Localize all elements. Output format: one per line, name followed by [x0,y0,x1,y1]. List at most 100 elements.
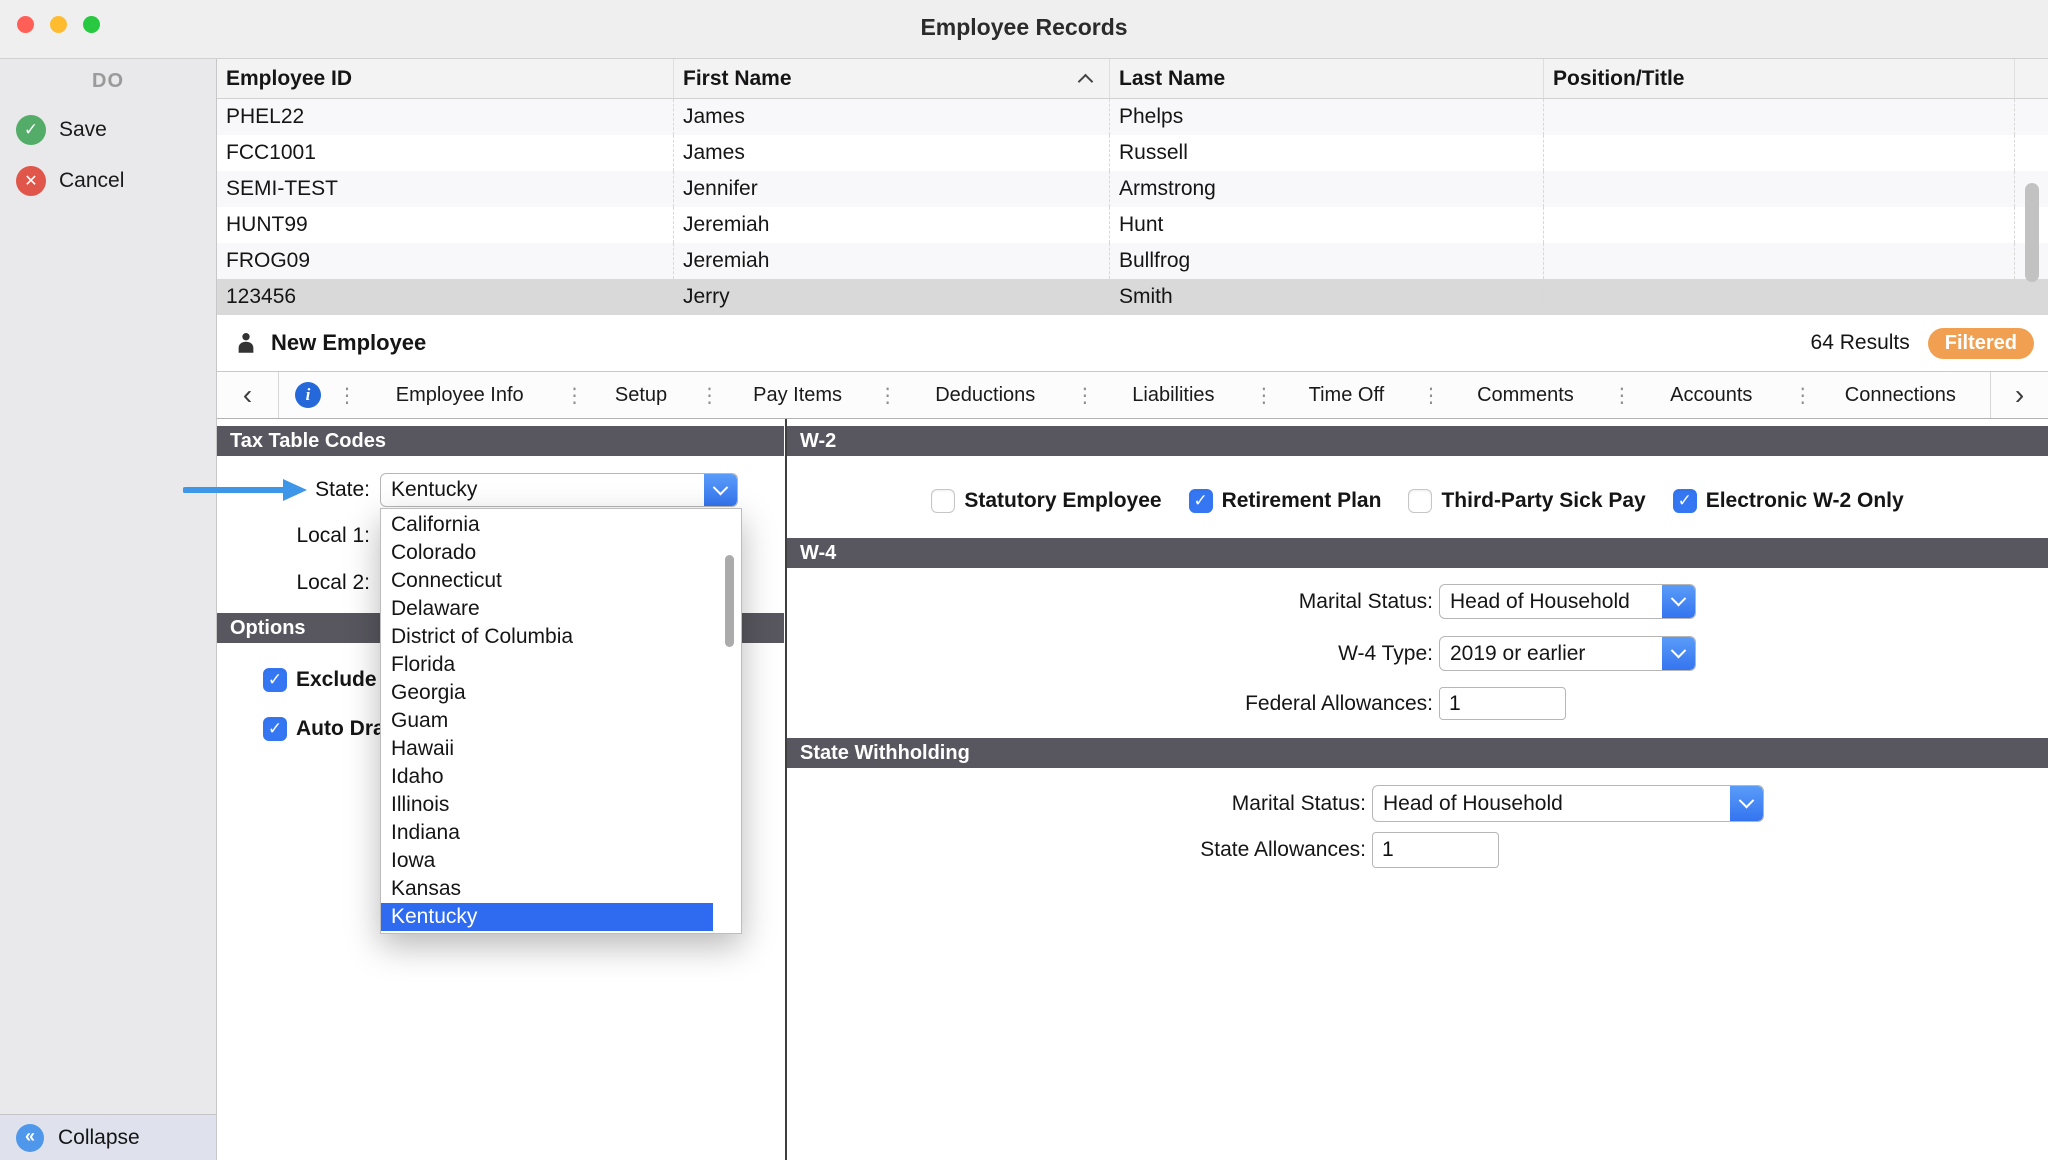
statutory-employee-checkbox[interactable] [931,489,955,513]
auto-draft-checkbox-row[interactable]: Auto Dra [263,717,385,741]
local2-label: Local 2: [217,566,370,600]
state-option[interactable]: Illinois [381,791,713,819]
state-option[interactable]: District of Columbia [381,623,713,651]
tab-drag-handle-icon[interactable] [1421,383,1439,408]
table-row[interactable]: 123456 Jerry Smith [217,279,2048,315]
tab-drag-handle-icon[interactable] [337,383,355,408]
state-option[interactable]: Hawaii [381,735,713,763]
cell-last-name: Hunt [1110,207,1544,243]
table-row[interactable]: PHEL22 James Phelps [217,99,2048,135]
state-select[interactable]: Kentucky [380,473,738,507]
exclude-checkbox-row[interactable]: Exclude [263,668,377,692]
electronic-w2-only-checkbox[interactable] [1673,489,1697,513]
cancel-button[interactable]: Cancel [16,166,124,196]
w4-marital-status-label: Marital Status: [787,590,1433,614]
auto-draft-checkbox-label: Auto Dra [296,717,385,741]
tab-label: Liabilities [1132,384,1214,407]
table-row[interactable]: FROG09 Jeremiah Bullfrog [217,243,2048,279]
table-row[interactable]: FCC1001 James Russell [217,135,2048,171]
table-row[interactable]: SEMI-TEST Jennifer Armstrong [217,171,2048,207]
table-scrollbar-thumb[interactable] [2025,183,2039,282]
w2-checkbox-row: Statutory Employee Retirement Plan Third… [787,485,2048,517]
state-option[interactable]: Kentucky [381,903,713,931]
state-option[interactable]: Colorado [381,539,713,567]
window-title: Employee Records [0,14,2048,41]
column-header-position[interactable]: Position/Title [1544,59,2015,98]
column-header-last-name[interactable]: Last Name [1110,59,1544,98]
filtered-badge[interactable]: Filtered [1928,328,2034,359]
sw-marital-status-select[interactable]: Head of Household [1372,785,1764,822]
retirement-plan-item[interactable]: Retirement Plan [1189,489,1382,513]
tab-setup[interactable]: Setup [582,372,699,418]
sw-marital-status-row: Marital Status: Head of Household [787,785,1764,822]
exclude-checkbox[interactable] [263,668,287,692]
collapse-bar[interactable]: Collapse [0,1114,216,1160]
cell-last-name: Armstrong [1110,171,1544,207]
state-option[interactable]: Connecticut [381,567,713,595]
state-option[interactable]: Guam [381,707,713,735]
save-check-icon [16,115,46,145]
state-allowances-input[interactable] [1372,832,1499,868]
tab-liabilities[interactable]: Liabilities [1093,372,1254,418]
table-row[interactable]: HUNT99 Jeremiah Hunt [217,207,2048,243]
dropdown-scrollbar-thumb[interactable] [725,555,734,647]
state-option[interactable]: Georgia [381,679,713,707]
cell-last-name: Phelps [1110,99,1544,135]
tabs-scroll-left-button[interactable]: ‹ [217,372,279,418]
tab-drag-handle-icon[interactable] [1612,383,1630,408]
cell-position [1544,243,2015,279]
tab-label: Comments [1477,384,1574,407]
statutory-employee-item[interactable]: Statutory Employee [931,489,1161,513]
statutory-employee-label: Statutory Employee [964,489,1161,513]
federal-allowances-input[interactable] [1439,687,1566,720]
w4-marital-status-select[interactable]: Head of Household [1439,584,1696,619]
tab-drag-handle-icon[interactable] [564,383,582,408]
tab-label: Pay Items [753,384,842,407]
tab-time-off[interactable]: Time Off [1272,372,1421,418]
tab-employee-info[interactable]: Employee Info [355,372,564,418]
column-header-label: Employee ID [226,67,352,91]
column-header-first-name[interactable]: First Name [674,59,1110,98]
column-header-employee-id[interactable]: Employee ID [217,59,674,98]
cell-employee-id: FROG09 [217,243,674,279]
tab-deductions[interactable]: Deductions [896,372,1075,418]
column-header-gutter [2015,59,2048,98]
cancel-button-label: Cancel [59,169,124,193]
retirement-plan-checkbox[interactable] [1189,489,1213,513]
third-party-sick-pay-checkbox[interactable] [1408,489,1432,513]
state-option[interactable]: Florida [381,651,713,679]
state-dropdown-popup: California Colorado Connecticut Delaware… [380,508,742,934]
tab-connections[interactable]: Connections [1811,372,1990,418]
w4-marital-status-row: Marital Status: Head of Household [787,584,1696,619]
tab-drag-handle-icon[interactable] [1254,383,1272,408]
tab-pay-items[interactable]: Pay Items [718,372,878,418]
cell-employee-id: FCC1001 [217,135,674,171]
cell-employee-id: SEMI-TEST [217,171,674,207]
state-option[interactable]: California [381,511,713,539]
state-option[interactable]: Iowa [381,847,713,875]
state-option[interactable]: Indiana [381,819,713,847]
cell-gutter [2015,99,2048,135]
third-party-sick-pay-item[interactable]: Third-Party Sick Pay [1408,489,1645,513]
tab-label: Deductions [935,384,1035,407]
cancel-x-icon [16,166,46,196]
sidebar: DO Save Cancel Collapse [0,59,217,1160]
cell-position [1544,171,2015,207]
state-option[interactable]: Kansas [381,875,713,903]
tab-info[interactable] [279,382,337,408]
state-option[interactable]: Idaho [381,763,713,791]
tab-accounts[interactable]: Accounts [1630,372,1793,418]
tab-comments[interactable]: Comments [1439,372,1612,418]
tabs-scroll-right-button[interactable]: › [1990,372,2048,418]
cell-gutter [2015,279,2048,315]
save-button[interactable]: Save [16,115,107,145]
tab-drag-handle-icon[interactable] [700,383,718,408]
tab-drag-handle-icon[interactable] [1075,383,1093,408]
auto-draft-checkbox[interactable] [263,717,287,741]
federal-allowances-row: Federal Allowances: [787,687,1566,720]
electronic-w2-only-item[interactable]: Electronic W-2 Only [1673,489,1904,513]
tab-drag-handle-icon[interactable] [1793,383,1811,408]
state-option[interactable]: Delaware [381,595,713,623]
tab-drag-handle-icon[interactable] [878,383,896,408]
w4-type-select[interactable]: 2019 or earlier [1439,636,1696,671]
